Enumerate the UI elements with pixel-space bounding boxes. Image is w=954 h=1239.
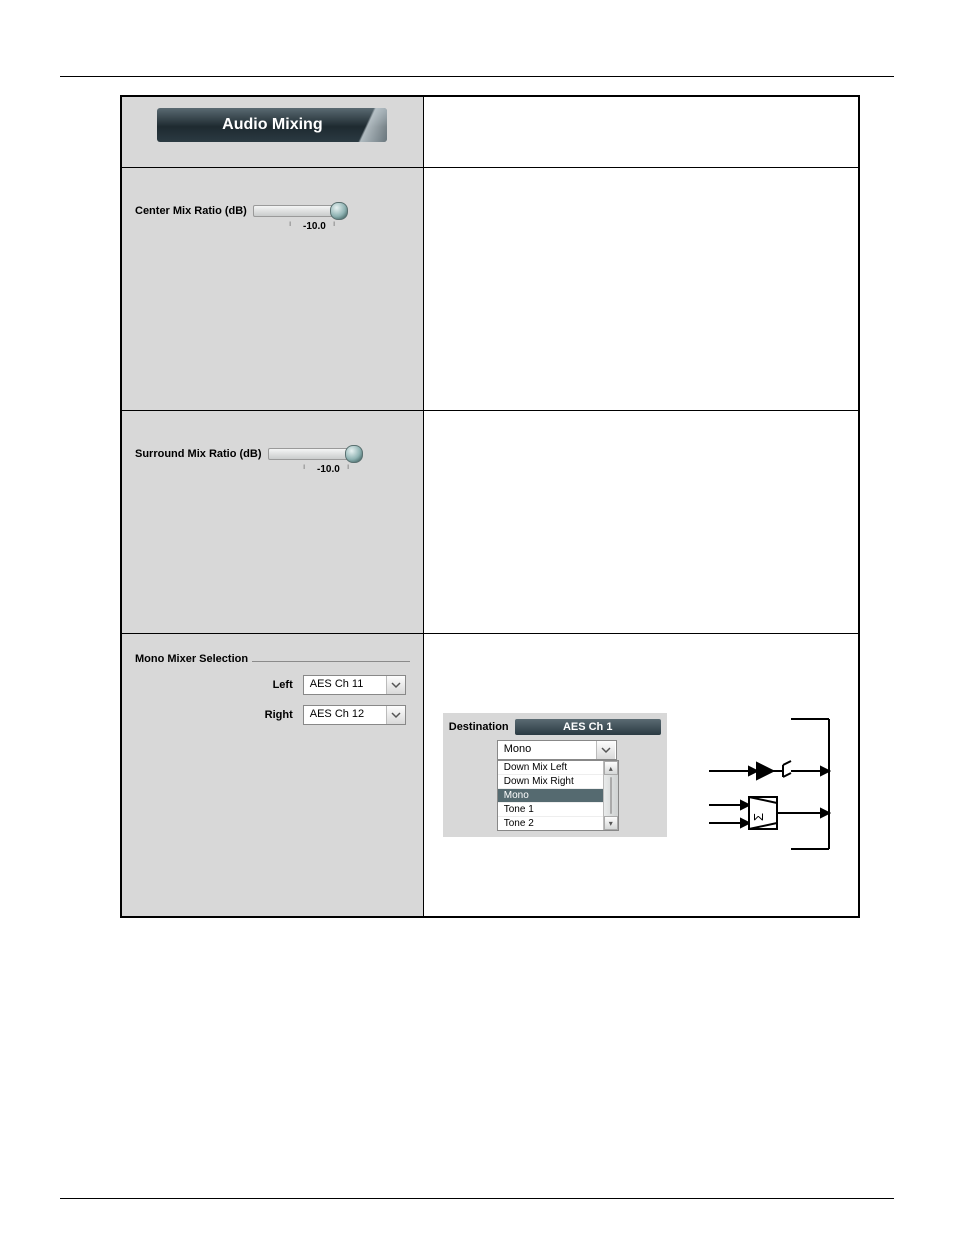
right-flex: Destination AES Ch 1 Mono <box>443 713 831 853</box>
scroll-thumb[interactable] <box>610 777 612 814</box>
surround-mix-label: Surround Mix Ratio (dB) <box>135 448 262 460</box>
mono-legend: Mono Mixer Selection <box>135 653 248 665</box>
right-inner: Destination AES Ch 1 Mono <box>425 635 857 915</box>
scroll-up-icon[interactable]: ▴ <box>604 761 618 775</box>
cell-banner-right <box>423 96 859 168</box>
routing-diagram: Σ <box>691 713 831 853</box>
destination-panel: Destination AES Ch 1 Mono <box>443 713 667 837</box>
cell-mono-right: Destination AES Ch 1 Mono <box>423 634 859 918</box>
mono-right-combo[interactable]: AES Ch 12 <box>303 705 406 725</box>
spacer <box>60 918 894 1158</box>
cell-surround-right <box>423 411 859 634</box>
row-mono: Mono Mixer Selection Left AES Ch 11 <box>121 634 859 918</box>
destination-channel: AES Ch 1 <box>515 719 661 735</box>
row-surround-mix: Surround Mix Ratio (dB) ıı -10.0 <box>121 411 859 634</box>
sigma-icon: Σ <box>751 813 766 821</box>
banner-title: Audio Mixing <box>222 116 322 134</box>
mono-left-dropdown-btn[interactable] <box>386 676 405 694</box>
list-item[interactable]: Down Mix Left <box>498 761 618 774</box>
cell-center-right <box>423 168 859 411</box>
mono-right-row: Right AES Ch 12 <box>135 705 410 725</box>
mono-left-value: AES Ch 11 <box>304 676 386 694</box>
center-mix-label: Center Mix Ratio (dB) <box>135 205 247 217</box>
controls-table: Audio Mixing Center Mix Ratio (dB) ıı <box>120 95 860 918</box>
list-item[interactable]: Tone 1 <box>498 802 618 816</box>
destination-body: Mono Down Mix Left Down Mix Right Mono <box>497 739 661 831</box>
destination-combo[interactable]: Mono <box>497 740 617 760</box>
mono-legend-row: Mono Mixer Selection <box>135 653 410 665</box>
destination-listbox[interactable]: Down Mix Left Down Mix Right Mono Tone 1… <box>497 760 619 831</box>
audio-mixing-banner: Audio Mixing <box>157 108 387 142</box>
mono-left-row: Left AES Ch 11 <box>135 675 410 695</box>
page: Audio Mixing Center Mix Ratio (dB) ıı <box>0 0 954 1239</box>
destination-label: Destination <box>449 721 509 733</box>
center-mix-row: Center Mix Ratio (dB) <box>135 205 410 217</box>
mono-left-label: Left <box>273 679 293 691</box>
scroll-down-icon[interactable]: ▾ <box>604 816 618 830</box>
mono-legend-rule <box>252 661 410 662</box>
header-rule <box>60 76 894 77</box>
center-mix-slider[interactable] <box>253 205 345 217</box>
mono-left-combo[interactable]: AES Ch 11 <box>303 675 406 695</box>
center-mix-value: -10.0 <box>135 221 410 232</box>
surround-mix-row: Surround Mix Ratio (dB) <box>135 448 410 460</box>
center-mix-panel: Center Mix Ratio (dB) ıı -10.0 <box>129 193 416 242</box>
surround-mix-slider[interactable] <box>268 448 360 460</box>
chevron-down-icon <box>391 680 401 690</box>
cell-mono-left: Mono Mixer Selection Left AES Ch 11 <box>121 634 423 918</box>
mono-mixer-group: Mono Mixer Selection Left AES Ch 11 <box>129 649 416 749</box>
destination-combo-value: Mono <box>498 741 596 759</box>
row-banner: Audio Mixing <box>121 96 859 168</box>
surround-mix-panel: Surround Mix Ratio (dB) ıı -10.0 <box>129 436 416 485</box>
row-center-mix: Center Mix Ratio (dB) ıı -10.0 <box>121 168 859 411</box>
surround-mix-thumb[interactable] <box>345 445 363 463</box>
mono-right-dropdown-btn[interactable] <box>386 706 405 724</box>
center-mix-thumb[interactable] <box>330 202 348 220</box>
chevron-down-icon <box>391 710 401 720</box>
destination-combo-btn[interactable] <box>596 741 615 759</box>
mono-right-value: AES Ch 12 <box>304 706 386 724</box>
surround-mix-value: -10.0 <box>135 464 410 475</box>
list-item[interactable]: Tone 2 <box>498 816 618 830</box>
destination-header: Destination AES Ch 1 <box>449 719 661 735</box>
list-item-selected[interactable]: Mono <box>498 788 618 802</box>
mono-right-label: Right <box>265 709 293 721</box>
list-item[interactable]: Down Mix Right <box>498 774 618 788</box>
routing-diagram-svg: Σ <box>691 713 831 853</box>
cell-surround-left: Surround Mix Ratio (dB) ıı -10.0 <box>121 411 423 634</box>
chevron-down-icon <box>601 745 611 755</box>
listbox-scrollbar[interactable]: ▴ ▾ <box>603 761 618 830</box>
cell-banner-left: Audio Mixing <box>121 96 423 168</box>
footer-rule <box>60 1198 894 1199</box>
cell-center-left: Center Mix Ratio (dB) ıı -10.0 <box>121 168 423 411</box>
